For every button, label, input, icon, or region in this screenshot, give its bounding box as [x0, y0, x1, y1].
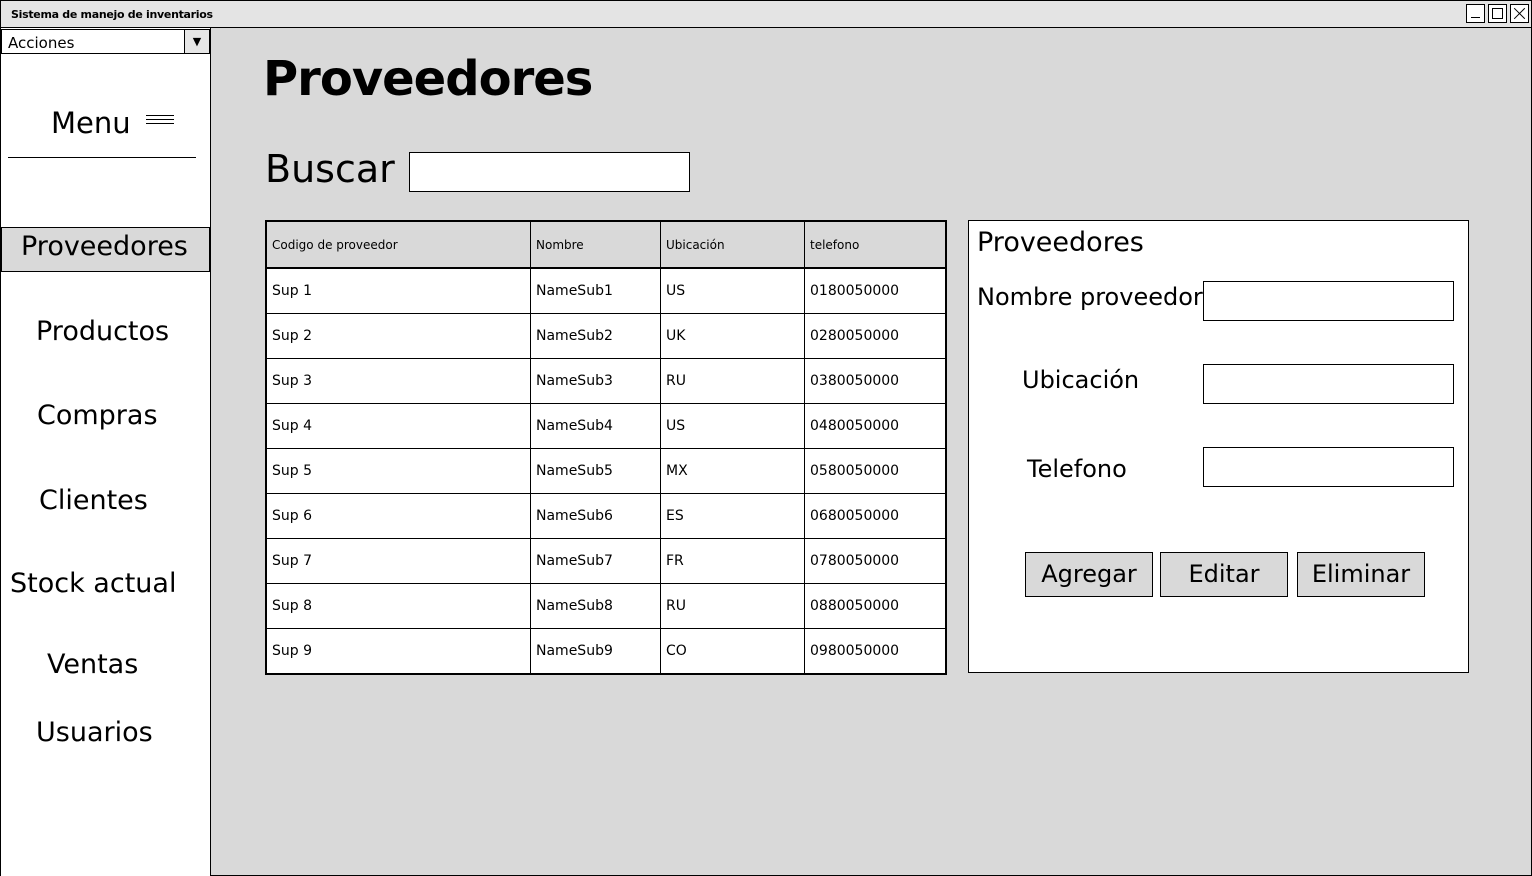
window-controls	[1466, 4, 1529, 23]
search-label: Buscar	[265, 147, 395, 191]
table-row[interactable]: Sup 1 NameSub1 US 0180050000	[267, 268, 945, 313]
minimize-button[interactable]	[1466, 4, 1485, 23]
title-bar: Sistema de manejo de inventarios	[1, 1, 1531, 28]
sidebar: Acciones ▼ Menu Proveedores Productos Co…	[1, 28, 211, 876]
sidebar-item-compras[interactable]: Compras	[37, 400, 158, 431]
app-window: Sistema de manejo de inventarios Accione…	[0, 0, 1532, 876]
table-row[interactable]: Sup 7 NameSub7 FR 0780050000	[267, 538, 945, 583]
cell-ubicacion: FR	[660, 539, 804, 583]
page-title: Proveedores	[263, 51, 593, 107]
cell-ubicacion: US	[660, 269, 804, 313]
close-button[interactable]	[1510, 4, 1529, 23]
cell-codigo: Sup 2	[272, 328, 313, 344]
cell-nombre: NameSub1	[530, 269, 660, 313]
search-input[interactable]	[409, 152, 690, 192]
minimize-icon	[1467, 5, 1484, 22]
cell-codigo: Sup 7	[272, 553, 313, 569]
maximize-button[interactable]	[1488, 4, 1507, 23]
sidebar-item-usuarios[interactable]: Usuarios	[36, 717, 153, 748]
sidebar-item-productos[interactable]: Productos	[36, 316, 169, 347]
column-header-codigo[interactable]: Codigo de proveedor	[267, 222, 530, 267]
cell-telefono: 0580050000	[804, 449, 945, 493]
ubicacion-label: Ubicación	[1022, 366, 1140, 394]
hamburger-menu-icon[interactable]	[146, 115, 174, 127]
close-icon	[1511, 5, 1528, 22]
edit-button[interactable]: Editar	[1160, 552, 1288, 597]
cell-nombre: NameSub5	[530, 449, 660, 493]
maximize-icon	[1489, 5, 1506, 22]
suppliers-table: Codigo de proveedor Nombre Ubicación tel…	[265, 220, 947, 675]
cell-nombre: NameSub9	[530, 629, 660, 673]
table-row[interactable]: Sup 4 NameSub4 US 0480050000	[267, 403, 945, 448]
cell-codigo: Sup 1	[272, 283, 313, 299]
table-header-row: Codigo de proveedor Nombre Ubicación tel…	[267, 222, 945, 268]
cell-telefono: 0680050000	[804, 494, 945, 538]
cell-telefono: 0780050000	[804, 539, 945, 583]
table-body: Sup 1 NameSub1 US 0180050000 Sup 2 NameSub2 UK…	[267, 268, 945, 673]
cell-ubicacion: MX	[660, 449, 804, 493]
sidebar-item-proveedores[interactable]: Proveedores	[21, 231, 188, 262]
nombre-proveedor-field[interactable]	[1203, 281, 1454, 321]
cell-codigo: Sup 6	[272, 508, 313, 524]
cell-ubicacion: RU	[660, 584, 804, 628]
cell-ubicacion: ES	[660, 494, 804, 538]
chevron-down-icon[interactable]: ▼	[184, 30, 209, 53]
telefono-field[interactable]	[1203, 447, 1454, 487]
table-row[interactable]: Sup 6 NameSub6 ES 0680050000	[267, 493, 945, 538]
delete-button[interactable]: Eliminar	[1297, 552, 1425, 597]
column-header-telefono[interactable]: telefono	[804, 222, 945, 267]
cell-nombre: NameSub8	[530, 584, 660, 628]
cell-ubicacion: CO	[660, 629, 804, 673]
table-row[interactable]: Sup 8 NameSub8 RU 0880050000	[267, 583, 945, 628]
cell-nombre: NameSub2	[530, 314, 660, 358]
menu-divider	[8, 157, 196, 158]
cell-nombre: NameSub6	[530, 494, 660, 538]
cell-codigo: Sup 5	[272, 463, 313, 479]
column-header-ubicacion[interactable]: Ubicación	[660, 222, 804, 267]
form-title: Proveedores	[977, 227, 1144, 258]
cell-telefono: 0480050000	[804, 404, 945, 448]
sidebar-item-ventas[interactable]: Ventas	[47, 649, 138, 680]
cell-ubicacion: US	[660, 404, 804, 448]
cell-telefono: 0180050000	[804, 269, 945, 313]
cell-codigo: Sup 3	[272, 373, 313, 389]
cell-codigo: Sup 8	[272, 598, 313, 614]
menu-heading: Menu	[51, 106, 131, 140]
cell-codigo: Sup 4	[272, 418, 313, 434]
cell-nombre: NameSub3	[530, 359, 660, 403]
cell-ubicacion: UK	[660, 314, 804, 358]
sidebar-item-clientes[interactable]: Clientes	[39, 485, 148, 516]
window-title: Sistema de manejo de inventarios	[11, 8, 213, 21]
table-row[interactable]: Sup 2 NameSub2 UK 0280050000	[267, 313, 945, 358]
telefono-label: Telefono	[1027, 455, 1127, 483]
actions-dropdown[interactable]: Acciones ▼	[1, 29, 210, 54]
cell-nombre: NameSub7	[530, 539, 660, 583]
nombre-proveedor-label: Nombre proveedor	[977, 283, 1203, 311]
cell-telefono: 0380050000	[804, 359, 945, 403]
cell-telefono: 0980050000	[804, 629, 945, 673]
cell-telefono: 0280050000	[804, 314, 945, 358]
cell-nombre: NameSub4	[530, 404, 660, 448]
table-row[interactable]: Sup 3 NameSub3 RU 0380050000	[267, 358, 945, 403]
actions-dropdown-value: Acciones	[8, 34, 75, 52]
cell-telefono: 0880050000	[804, 584, 945, 628]
table-row[interactable]: Sup 9 NameSub9 CO 0980050000	[267, 628, 945, 673]
table-row[interactable]: Sup 5 NameSub5 MX 0580050000	[267, 448, 945, 493]
ubicacion-field[interactable]	[1203, 364, 1454, 404]
supplier-form-panel: Proveedores Nombre proveedor Ubicación T…	[968, 220, 1469, 673]
add-button[interactable]: Agregar	[1025, 552, 1153, 597]
cell-codigo: Sup 9	[272, 643, 313, 659]
cell-ubicacion: RU	[660, 359, 804, 403]
sidebar-item-stock-actual[interactable]: Stock actual	[10, 568, 176, 599]
column-header-nombre[interactable]: Nombre	[530, 222, 660, 267]
